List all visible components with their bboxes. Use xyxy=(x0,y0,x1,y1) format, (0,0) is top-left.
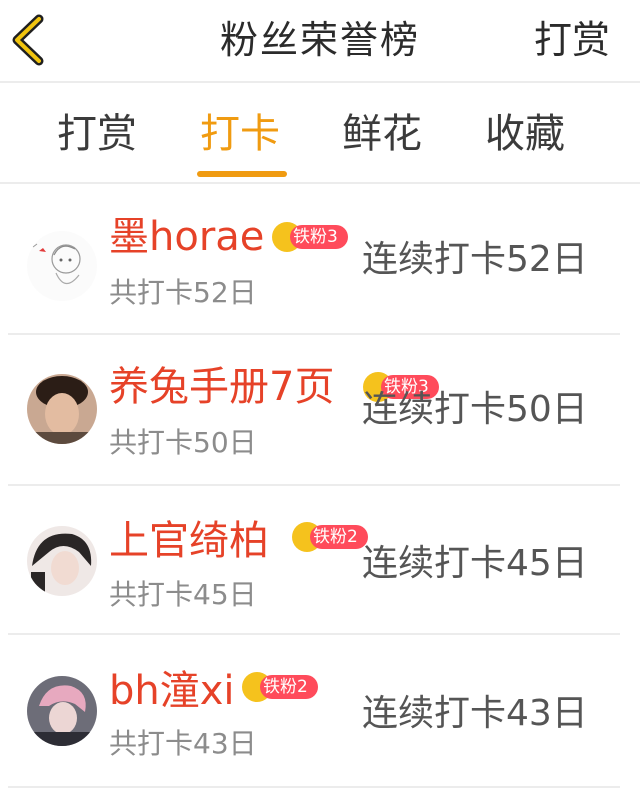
streak-label: 连续打卡50日 xyxy=(362,389,588,430)
row-divider xyxy=(8,786,620,788)
total-checkins: 共打卡52日 xyxy=(109,276,257,309)
row-divider xyxy=(8,633,620,635)
badge-label: 铁粉2 xyxy=(263,677,308,697)
avatar-image xyxy=(27,231,97,301)
list-item[interactable]: 养兔手册7页 铁粉3 共打卡50日 连续打卡50日 xyxy=(0,336,640,486)
user-name[interactable]: bh潼xi xyxy=(109,666,235,716)
badge-label: 铁粉3 xyxy=(293,227,338,247)
avatar[interactable] xyxy=(27,676,97,746)
user-name[interactable]: 墨horae xyxy=(109,212,264,262)
user-name[interactable]: 上官绮柏 xyxy=(109,516,269,566)
avatar-image xyxy=(27,676,97,746)
fan-badge: 铁粉2 xyxy=(242,672,320,702)
streak-label: 连续打卡45日 xyxy=(362,543,588,584)
row-divider xyxy=(8,333,620,335)
total-checkins: 共打卡45日 xyxy=(109,578,257,611)
avatar[interactable] xyxy=(27,526,97,596)
tab-favorites[interactable]: 收藏 xyxy=(485,107,565,161)
list-item[interactable]: 墨horae 铁粉3 共打卡52日 连续打卡52日 xyxy=(0,186,640,336)
tab-reward[interactable]: 打赏 xyxy=(57,107,137,161)
avatar-image xyxy=(27,526,97,596)
badge-label: 铁粉2 xyxy=(313,527,358,547)
avatar[interactable] xyxy=(27,374,97,444)
list-item[interactable]: 上官绮柏 铁粉2 共打卡45日 连续打卡45日 xyxy=(0,486,640,636)
avatar[interactable] xyxy=(27,231,97,301)
reward-button[interactable]: 打赏 xyxy=(534,12,610,68)
fan-badge: 铁粉3 xyxy=(272,222,350,252)
top-bar: 粉丝荣誉榜 打赏 xyxy=(0,0,640,82)
total-checkins: 共打卡43日 xyxy=(109,727,257,760)
total-checkins: 共打卡50日 xyxy=(109,426,257,459)
tab-flowers[interactable]: 鲜花 xyxy=(342,107,422,161)
active-tab-indicator xyxy=(197,171,287,177)
fan-badge: 铁粉2 xyxy=(292,522,370,552)
tab-checkin[interactable]: 打卡 xyxy=(200,107,280,161)
streak-label: 连续打卡52日 xyxy=(362,239,588,280)
user-name[interactable]: 养兔手册7页 xyxy=(109,362,334,412)
tab-bar: 打赏 打卡 鲜花 收藏 xyxy=(0,83,640,183)
list-item[interactable]: bh潼xi 铁粉2 共打卡43日 连续打卡43日 xyxy=(0,636,640,788)
streak-label: 连续打卡43日 xyxy=(362,693,588,734)
avatar-image xyxy=(27,374,97,444)
tabs-divider xyxy=(0,182,640,184)
